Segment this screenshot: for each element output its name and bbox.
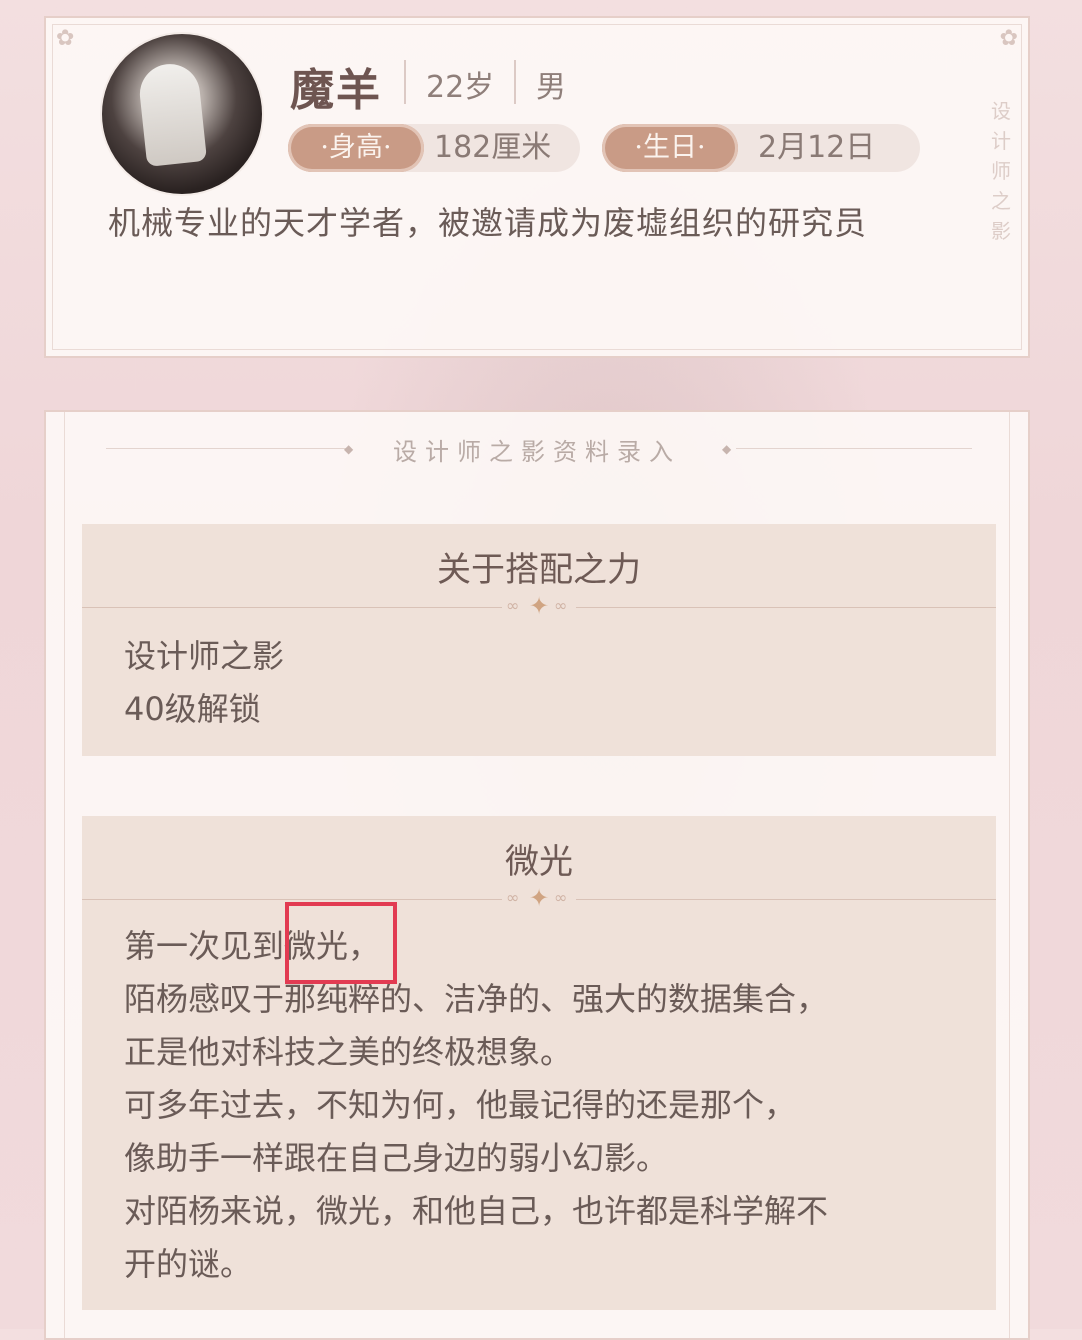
section-heading: 微光: [505, 842, 573, 882]
text-line: 像助手一样跟在自己身边的弱小幻影。: [124, 1139, 669, 1177]
archive-title: 设计师之影资料录入: [393, 438, 681, 466]
archive-card: ◆ 设计师之影资料录入 ◆ 关于搭配之力 ∞ ✦ ∞ 设计师之影 40级解锁 微…: [44, 410, 1030, 1340]
birthday-pill: ·生日· 2月12日: [602, 124, 920, 172]
title-dot-icon: ◆: [722, 442, 732, 456]
scroll-curl-icon: ∞: [554, 888, 568, 907]
highlight-box: [285, 902, 397, 984]
section-heading: 关于搭配之力: [437, 550, 641, 590]
text-line: 40级解锁: [124, 690, 261, 728]
scroll-curl-icon: ∞: [506, 888, 520, 907]
birthday-label: ·生日·: [602, 124, 738, 172]
sparkle-icon: ✦: [528, 592, 550, 620]
section-body: 第一次见到微光， 陌杨感叹于那纯粹的、洁净的、强大的数据集合， 正是他对科技之美…: [124, 920, 828, 1291]
text-line: 第一次见到微光，: [124, 927, 381, 965]
text-line: 可多年过去，不知为何，他最记得的还是那个，: [124, 1086, 797, 1124]
avatar-mask-image: [136, 61, 208, 167]
character-intro: 机械专业的天才学者，被邀请成为废墟组织的研究员: [108, 204, 868, 242]
scroll-curl-icon: ∞: [506, 596, 520, 615]
text-line: 正是他对科技之美的终极想象。: [124, 1033, 573, 1071]
character-name: 魔羊: [290, 65, 382, 116]
corner-ornament-icon: ✿: [999, 26, 1018, 51]
corner-ornament-icon: ✿: [56, 26, 75, 51]
section-body: 设计师之影 40级解锁: [124, 630, 284, 736]
text-line: 开的谜。: [124, 1245, 253, 1283]
section-divider: ∞ ✦ ∞: [82, 592, 996, 620]
height-label: ·身高·: [288, 124, 424, 172]
divider: [514, 60, 516, 104]
section-glimmer: 微光 ∞ ✦ ∞ 第一次见到微光， 陌杨感叹于那纯粹的、洁净的、强大的数据集合，…: [82, 816, 996, 1310]
text-line: 对陌杨来说，微光，和他自己，也许都是科学解不: [124, 1192, 829, 1230]
section-divider: ∞ ✦ ∞: [82, 884, 996, 912]
avatar[interactable]: [100, 32, 264, 196]
height-value: 182厘米: [434, 130, 552, 165]
character-gender: 男: [536, 70, 566, 105]
text-line: 陌杨感叹于那纯粹的、洁净的、强大的数据集合，: [124, 980, 829, 1018]
divider: [404, 60, 406, 104]
height-pill: ·身高· 182厘米: [288, 124, 580, 172]
section-matching-power: 关于搭配之力 ∞ ✦ ∞ 设计师之影 40级解锁: [82, 524, 996, 756]
profile-card: ✿ ✿ 魔羊 22岁 男 ·身高· 182厘米 ·生日· 2月12日 机械专业的…: [44, 16, 1030, 358]
sparkle-icon: ✦: [528, 884, 550, 912]
text-line: 设计师之影: [124, 637, 285, 675]
scroll-curl-icon: ∞: [554, 596, 568, 615]
character-age: 22岁: [426, 70, 495, 105]
title-line-right: [736, 448, 972, 449]
birthday-value: 2月12日: [758, 130, 876, 165]
vertical-side-text: 设计师之影: [991, 99, 1011, 243]
